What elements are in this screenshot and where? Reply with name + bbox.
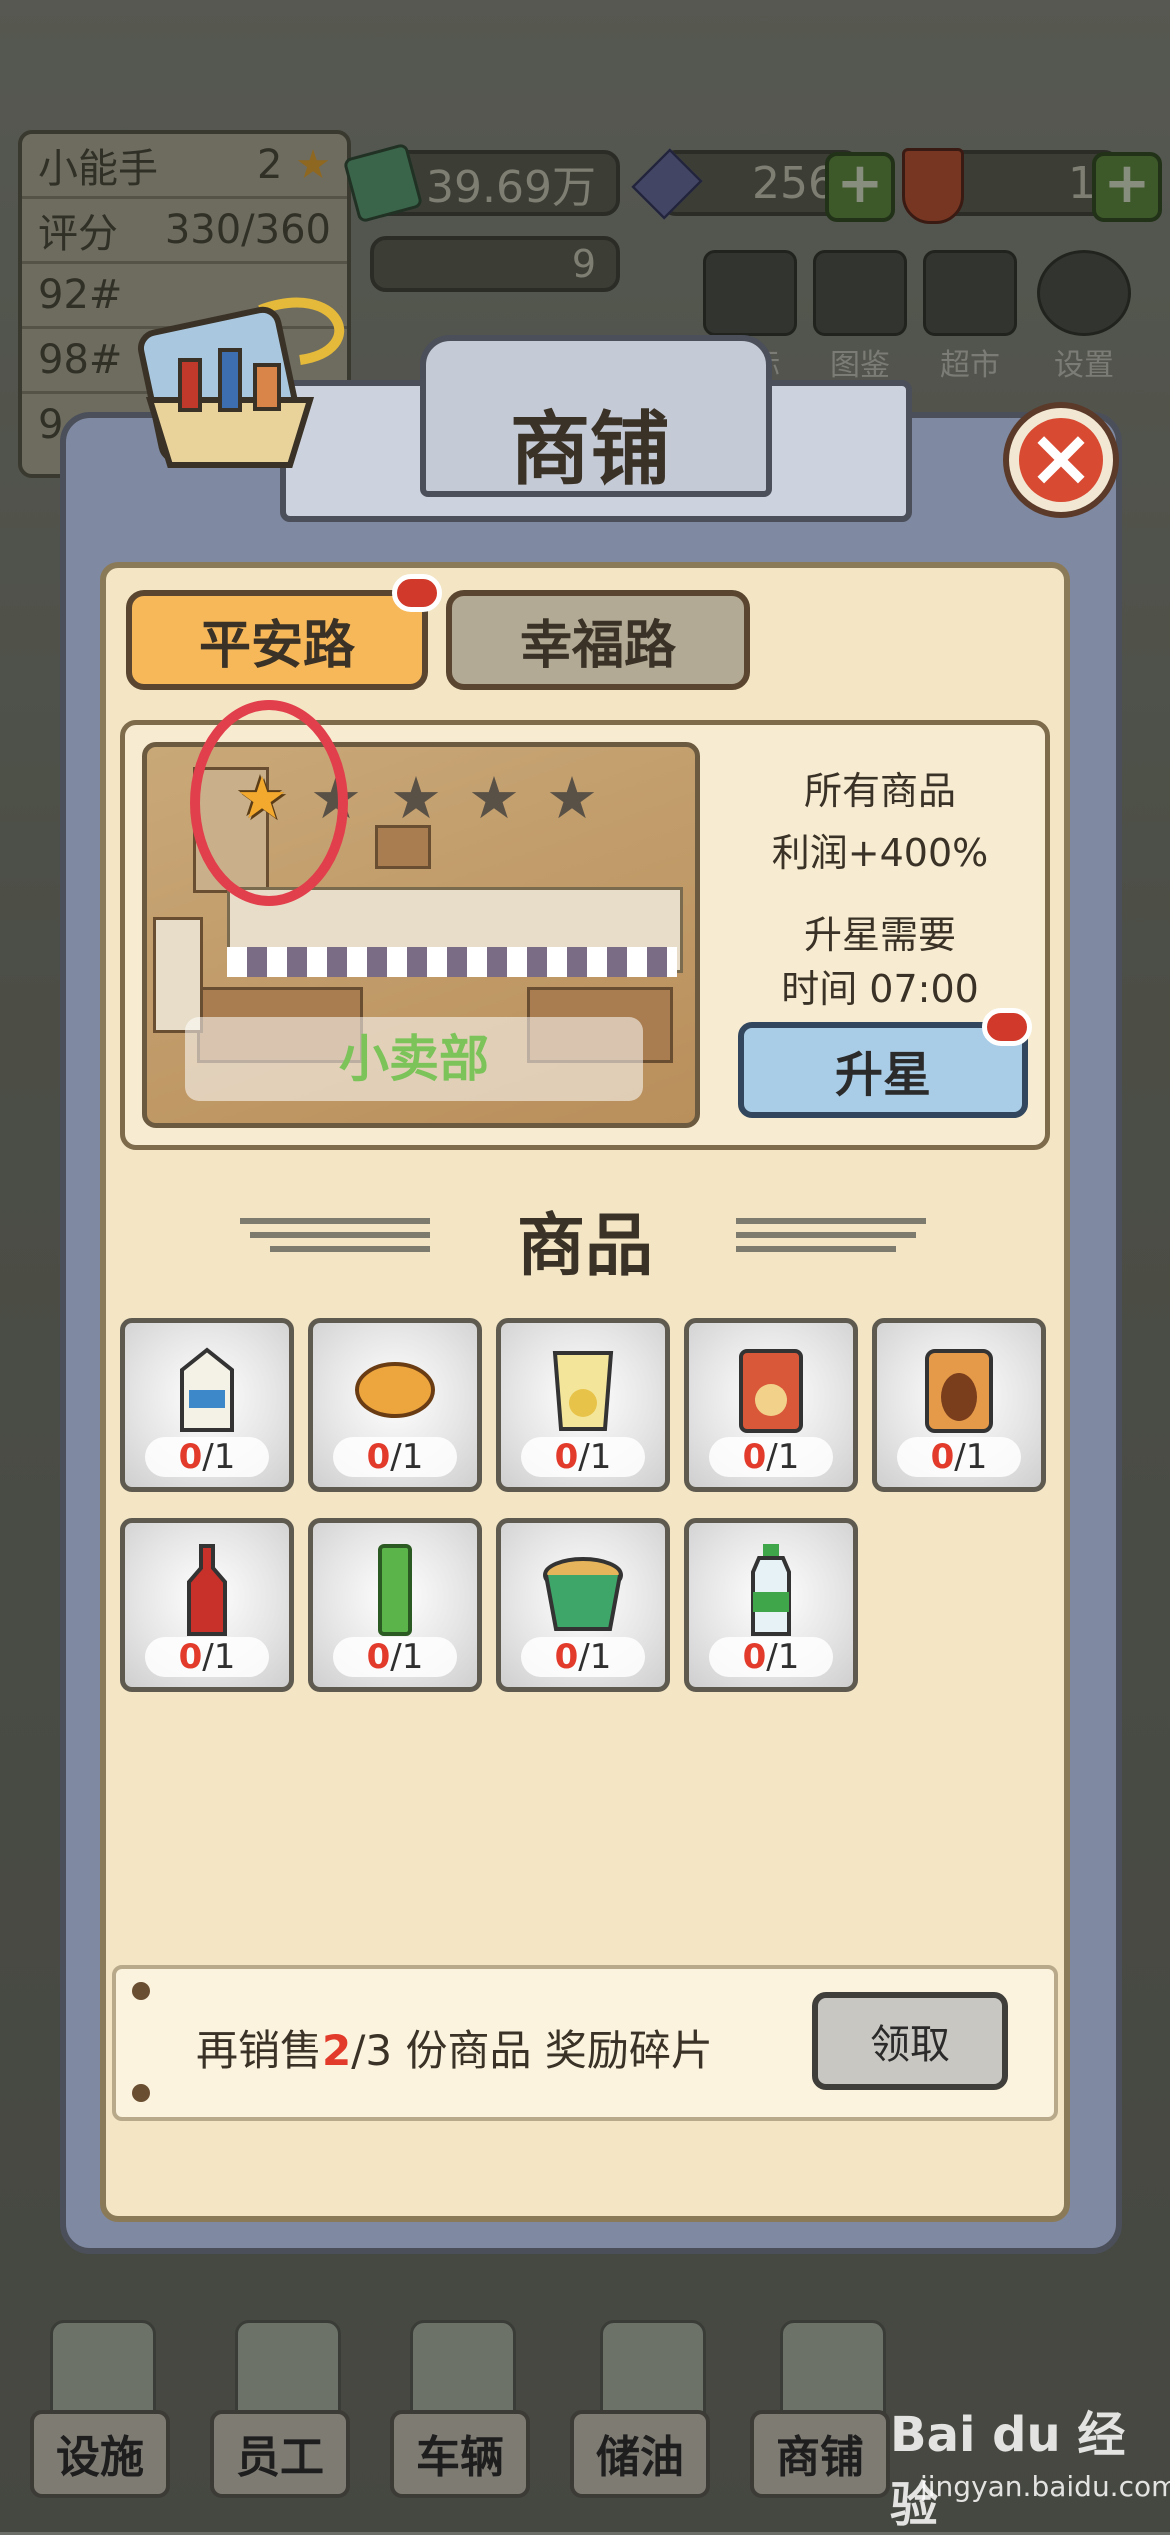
noodles-pack-icon <box>726 1345 816 1435</box>
goods-item-gum[interactable]: 0/1 <box>308 1518 482 1692</box>
item-count: 0/1 <box>145 1637 269 1677</box>
close-button[interactable]: × <box>1003 402 1119 518</box>
goods-item-noodles-pack[interactable]: 0/1 <box>684 1318 858 1492</box>
item-count: 0/1 <box>521 1637 645 1677</box>
modal-title: 商铺 <box>510 403 670 496</box>
tab-pingan-road[interactable]: 平安路 <box>126 590 428 690</box>
goods-item-chips[interactable]: 0/1 <box>496 1318 670 1492</box>
item-count: 0/1 <box>145 1437 269 1477</box>
price-sign <box>153 917 203 1033</box>
upgrade-time: 时间 07:00 <box>781 967 979 1011</box>
claim-button[interactable]: 领取 <box>812 1992 1008 2090</box>
cola-icon <box>162 1544 252 1636</box>
goods-item-cola[interactable]: 0/1 <box>120 1518 294 1692</box>
item-count: 0/1 <box>333 1637 457 1677</box>
goods-item-cup-noodles[interactable]: 0/1 <box>496 1518 670 1692</box>
item-count: 0/1 <box>333 1437 457 1477</box>
item-count: 0/1 <box>709 1437 833 1477</box>
notification-badge <box>392 574 442 612</box>
star-icon: ★ <box>546 764 598 832</box>
goods-heading: 商品 <box>516 1207 653 1286</box>
nav-oil-storage[interactable]: 储油 <box>570 2410 710 2498</box>
counter-awning <box>227 947 677 977</box>
nav-facility[interactable]: 设施 <box>30 2410 170 2498</box>
star-icon: ★ <box>468 764 520 832</box>
tab-xingfu-road[interactable]: 幸福路 <box>446 590 750 690</box>
pin-icon <box>132 2084 150 2102</box>
profit-label: 所有商品 <box>803 769 956 813</box>
chips-icon <box>538 1345 628 1435</box>
shop-name-label: 小卖部 <box>185 1017 643 1101</box>
nav-shops[interactable]: 商铺 <box>750 2410 890 2498</box>
profit-value: 利润+400% <box>771 831 989 875</box>
cup-noodles-icon <box>538 1545 628 1635</box>
pin-icon <box>132 1982 150 2000</box>
star-icon: ★ <box>390 764 442 832</box>
bread-icon <box>350 1345 440 1435</box>
notification-badge <box>982 1008 1032 1046</box>
highlight-circle <box>190 700 348 906</box>
egg-icon <box>914 1345 1004 1435</box>
close-icon: × <box>1019 418 1103 502</box>
goods-item-bread[interactable]: 0/1 <box>308 1318 482 1492</box>
water-bottle-icon <box>726 1544 816 1636</box>
nav-vehicles[interactable]: 车辆 <box>390 2410 530 2498</box>
upgrade-requirement-label: 升星需要 <box>803 913 956 957</box>
item-count: 0/1 <box>709 1637 833 1677</box>
gum-icon <box>350 1544 440 1636</box>
goods-item-egg[interactable]: 0/1 <box>872 1318 1046 1492</box>
baidu-watermark: Bai du 经验 <box>890 2407 1126 2533</box>
watermark-url: jingyan.baidu.com <box>920 2470 1170 2503</box>
nav-staff[interactable]: 员工 <box>210 2410 350 2498</box>
item-count: 0/1 <box>897 1437 1021 1477</box>
goods-item-milk[interactable]: 0/1 <box>120 1318 294 1492</box>
basket-icon <box>110 290 350 490</box>
milk-icon <box>162 1345 252 1435</box>
reward-text: 再销售2/3 份商品 奖励碎片 <box>196 2026 713 2075</box>
goods-item-water[interactable]: 0/1 <box>684 1518 858 1692</box>
item-count: 0/1 <box>521 1437 645 1477</box>
